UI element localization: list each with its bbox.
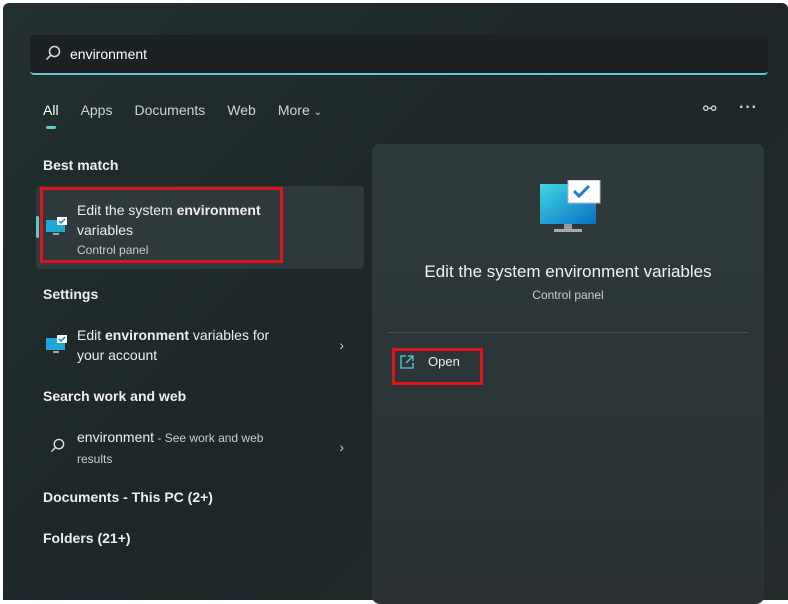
settings-item-label: Edit environment variables for your acco… bbox=[77, 325, 297, 365]
tab-all[interactable]: All bbox=[43, 102, 59, 129]
preview-subtitle: Control panel bbox=[532, 288, 604, 302]
filter-tabs: All Apps Documents Web More ⌄ bbox=[43, 102, 344, 129]
chevron-right-icon: › bbox=[339, 439, 344, 455]
tab-web[interactable]: Web bbox=[227, 102, 256, 118]
label-text: Edit bbox=[77, 327, 106, 343]
web-search-item[interactable]: environment - See work and web results › bbox=[36, 423, 364, 471]
web-search-label: environment - See work and web results bbox=[77, 427, 292, 469]
search-icon bbox=[45, 45, 61, 61]
tab-more[interactable]: More ⌄ bbox=[278, 102, 322, 118]
documents-heading[interactable]: Documents - This PC (2+) bbox=[43, 489, 213, 505]
preview-panel: Edit the system environment variables Co… bbox=[372, 144, 764, 604]
more-options-icon[interactable]: ··· bbox=[739, 99, 758, 117]
chevron-right-icon: › bbox=[339, 337, 344, 353]
control-panel-icon bbox=[46, 335, 67, 353]
switch-account-icon[interactable]: ⚯ bbox=[703, 99, 716, 119]
settings-heading: Settings bbox=[43, 286, 99, 302]
tab-documents[interactable]: Documents bbox=[134, 102, 205, 118]
control-panel-large-icon bbox=[540, 180, 601, 232]
query-text: environment bbox=[77, 429, 155, 445]
tab-more-label: More bbox=[277, 102, 310, 118]
search-icon bbox=[50, 438, 65, 453]
best-match-heading: Best match bbox=[43, 157, 119, 173]
selection-indicator bbox=[36, 216, 39, 238]
folders-heading[interactable]: Folders (21+) bbox=[43, 530, 131, 546]
divider bbox=[388, 332, 748, 333]
highlight-box bbox=[40, 187, 283, 263]
chevron-down-icon: ⌄ bbox=[313, 107, 323, 118]
settings-item[interactable]: Edit environment variables for your acco… bbox=[36, 321, 364, 369]
preview-title: Edit the system environment variables bbox=[424, 262, 712, 281]
search-box[interactable] bbox=[30, 35, 768, 75]
tab-apps[interactable]: Apps bbox=[81, 102, 113, 118]
search-input[interactable] bbox=[70, 35, 750, 73]
highlight-box bbox=[392, 348, 483, 385]
label-bold: environment bbox=[105, 327, 190, 343]
search-web-heading: Search work and web bbox=[43, 388, 187, 404]
